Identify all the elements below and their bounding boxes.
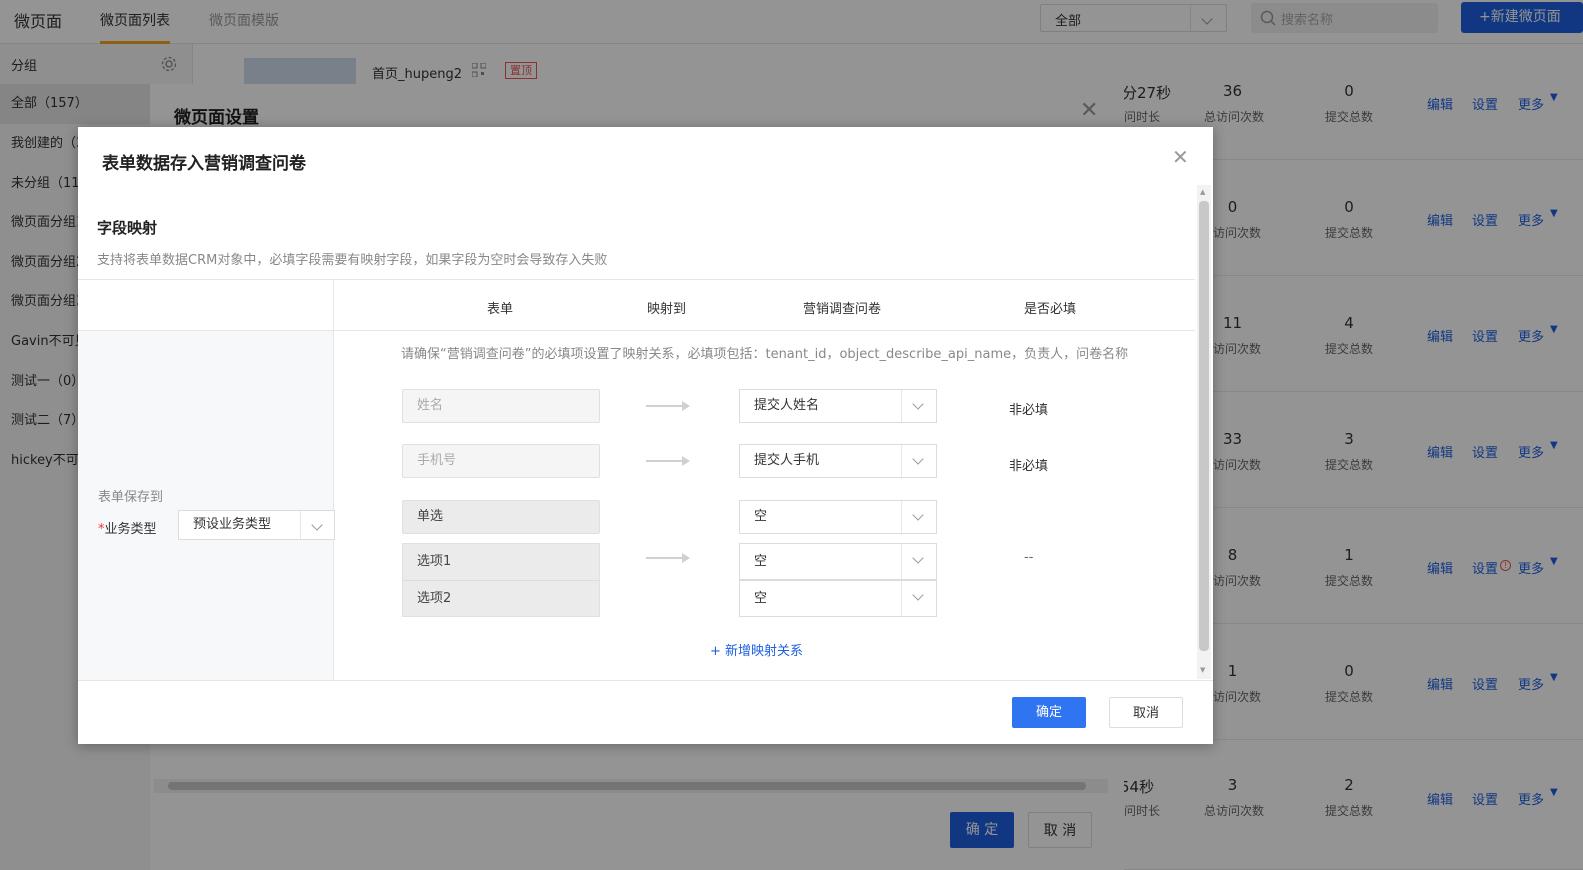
chevron-down-icon <box>901 544 936 579</box>
target-select-name[interactable]: 提交人姓名 <box>739 389 937 423</box>
arrow-right-icon <box>646 401 690 411</box>
required-status: -- <box>1024 550 1034 565</box>
column-header-map-to: 映射到 <box>647 302 687 317</box>
required-status: 非必填 <box>1009 403 1049 418</box>
save-to-label: 表单保存到 <box>98 490 164 505</box>
scroll-down-icon[interactable]: ▼ <box>1200 667 1205 674</box>
column-header-survey: 营销调查问卷 <box>803 302 882 317</box>
section-description: 支持将表单数据CRM对象中，必填字段需要有映射字段，如果字段为空时会导致存入失败 <box>97 253 608 268</box>
scrollbar-thumb[interactable] <box>1199 201 1209 651</box>
source-field-single-choice: 单选 <box>402 500 600 534</box>
cancel-button[interactable]: 取消 <box>1109 697 1183 728</box>
confirm-button[interactable]: 确定 <box>1012 697 1086 728</box>
target-select-single-choice-value: 空 <box>754 509 768 524</box>
option-target-1-value: 空 <box>754 554 768 569</box>
target-select-name-value: 提交人姓名 <box>754 398 820 413</box>
mapping-table: 表单 映射到 营销调查问卷 是否必填 <box>78 279 1195 681</box>
footer-divider <box>78 680 1213 681</box>
option-target-2-value: 空 <box>754 591 768 606</box>
section-title: 字段映射 <box>97 219 158 237</box>
arrow-right-icon <box>646 553 690 563</box>
close-icon[interactable]: ✕ <box>1172 145 1189 169</box>
column-header-required: 是否必填 <box>1024 302 1077 317</box>
add-mapping-link[interactable]: + 新增映射关系 <box>710 640 803 659</box>
chevron-down-icon <box>901 445 936 477</box>
options-group: 选项1 选项2 <box>402 543 600 617</box>
table-header-divider <box>78 330 1195 331</box>
chevron-down-icon <box>300 511 334 539</box>
option-target-select-2[interactable]: 空 <box>739 580 937 617</box>
biz-type-label: *业务类型 <box>98 522 157 537</box>
source-field-name: 姓名 <box>402 389 600 423</box>
biz-type-value: 预设业务类型 <box>193 517 272 532</box>
arrow-right-icon <box>646 456 690 466</box>
scroll-up-icon[interactable]: ▲ <box>1200 189 1205 196</box>
vertical-scrollbar[interactable]: ▲ ▼ <box>1197 185 1211 679</box>
chevron-down-icon <box>901 390 936 422</box>
option-target-select-1[interactable]: 空 <box>739 543 937 580</box>
option-source-2: 选项2 <box>417 591 452 606</box>
field-mapping-dialog: 表单数据存入营销调查问卷 ✕ 字段映射 支持将表单数据CRM对象中，必填字段需要… <box>78 127 1213 744</box>
source-field-phone: 手机号 <box>402 444 600 478</box>
required-status: 非必填 <box>1009 459 1049 474</box>
chevron-down-icon <box>901 581 936 616</box>
table-left-cell <box>78 330 333 681</box>
target-select-single-choice[interactable]: 空 <box>739 500 937 534</box>
table-divider <box>333 280 334 681</box>
required-notice: 请确保“营销调查问卷”的必填项设置了映射关系，必填项包括：tenant_id，o… <box>401 347 1129 362</box>
option-source-1: 选项1 <box>403 544 599 581</box>
chevron-down-icon <box>901 501 936 533</box>
dialog-title: 表单数据存入营销调查问卷 <box>102 154 306 174</box>
column-header-form: 表单 <box>487 302 514 317</box>
biz-type-select[interactable]: 预设业务类型 <box>178 510 335 540</box>
target-select-phone[interactable]: 提交人手机 <box>739 444 937 478</box>
target-select-phone-value: 提交人手机 <box>754 453 820 468</box>
